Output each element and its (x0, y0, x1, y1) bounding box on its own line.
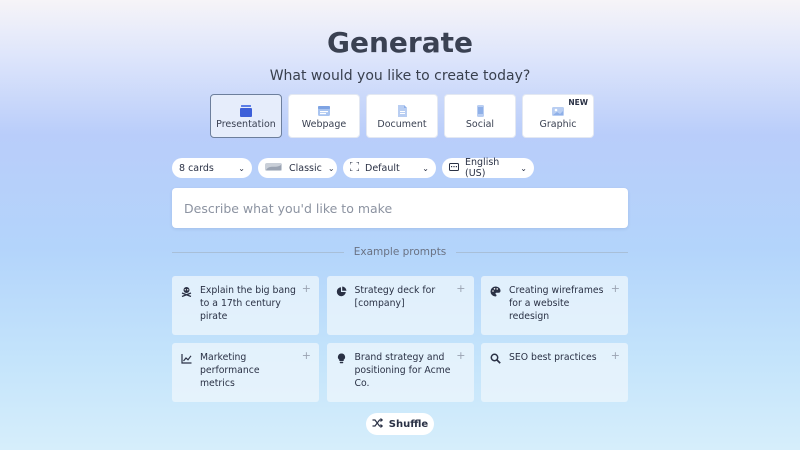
plus-icon: + (301, 282, 311, 295)
social-icon (473, 103, 487, 122)
shuffle-button[interactable]: Shuffle (366, 413, 434, 435)
content-type-selector: Presentation Webpage Document Social NEW… (210, 94, 594, 138)
example-prompt-card[interactable]: Strategy deck for [company] + (326, 276, 474, 335)
new-badge: NEW (568, 98, 588, 107)
pie-chart-icon (336, 286, 347, 301)
chevron-down-icon: ⌄ (238, 163, 245, 173)
language-icon (449, 162, 459, 174)
example-prompt-text: SEO best practices (509, 352, 597, 363)
divider-line (172, 251, 344, 253)
presentation-icon (239, 103, 253, 122)
chevron-down-icon: ⌄ (422, 163, 429, 173)
layout-frame-icon (349, 161, 360, 174)
layout-dropdown[interactable]: Default ⌄ (343, 158, 436, 178)
search-icon (490, 353, 501, 368)
shuffle-icon (372, 417, 383, 431)
pirate-icon (181, 286, 192, 301)
page-subtitle: What would you like to create today? (269, 68, 531, 84)
language-value: English (US) (465, 157, 500, 179)
divider-line (456, 251, 629, 253)
example-prompt-card[interactable]: Marketing performance metrics + (172, 343, 319, 402)
plus-icon: + (456, 349, 466, 362)
example-prompts-divider: Example prompts (172, 246, 629, 258)
prompt-field (172, 188, 628, 228)
example-prompts-heading: Example prompts (353, 246, 447, 258)
card-count-value: 8 cards (179, 162, 214, 174)
plus-icon: + (610, 349, 620, 362)
theme-dropdown[interactable]: Classic ⌄ (258, 158, 337, 178)
example-prompt-text: Strategy deck for [company] (354, 285, 436, 309)
example-prompt-card[interactable]: Creating wireframes for a website redesi… (481, 276, 628, 335)
line-chart-icon (181, 353, 192, 368)
page-title: Generate (327, 26, 473, 59)
language-dropdown[interactable]: English (US) ⌄ (442, 157, 534, 179)
prompt-input[interactable] (184, 200, 628, 216)
type-presentation-button[interactable]: Presentation (210, 94, 282, 138)
chevron-down-icon: ⌄ (520, 163, 527, 173)
card-count-dropdown[interactable]: 8 cards ⌄ (172, 158, 252, 178)
graphic-icon (551, 103, 565, 122)
example-prompt-card[interactable]: Brand strategy and positioning for Acme … (326, 343, 474, 402)
example-prompt-text: Explain the big bang to a 17th century p… (200, 285, 296, 322)
chevron-down-icon: ⌄ (327, 163, 335, 173)
example-prompts-grid: Explain the big bang to a 17th century p… (172, 276, 628, 402)
example-prompt-card[interactable]: SEO best practices + (481, 343, 628, 402)
lightbulb-icon (336, 353, 347, 368)
example-prompt-card[interactable]: Explain the big bang to a 17th century p… (172, 276, 319, 335)
type-document-button[interactable]: Document (366, 94, 438, 138)
type-graphic-button[interactable]: NEW Graphic (522, 94, 594, 138)
options-bar: 8 cards ⌄ Classic ⌄ Default ⌄ English (U… (172, 157, 534, 179)
theme-thumbnail-icon (265, 162, 283, 175)
plus-icon: + (456, 282, 466, 295)
type-social-button[interactable]: Social (444, 94, 516, 138)
palette-icon (490, 286, 501, 301)
example-prompt-text: Marketing performance metrics (200, 352, 260, 389)
example-prompt-text: Creating wireframes for a website redesi… (509, 285, 604, 322)
theme-value: Classic (289, 162, 322, 174)
shuffle-label: Shuffle (388, 418, 429, 430)
example-prompt-text: Brand strategy and positioning for Acme … (354, 352, 451, 389)
layout-value: Default (365, 162, 400, 174)
plus-icon: + (610, 282, 620, 295)
document-icon (395, 103, 409, 122)
webpage-icon (317, 103, 331, 122)
plus-icon: + (301, 349, 311, 362)
type-webpage-button[interactable]: Webpage (288, 94, 360, 138)
